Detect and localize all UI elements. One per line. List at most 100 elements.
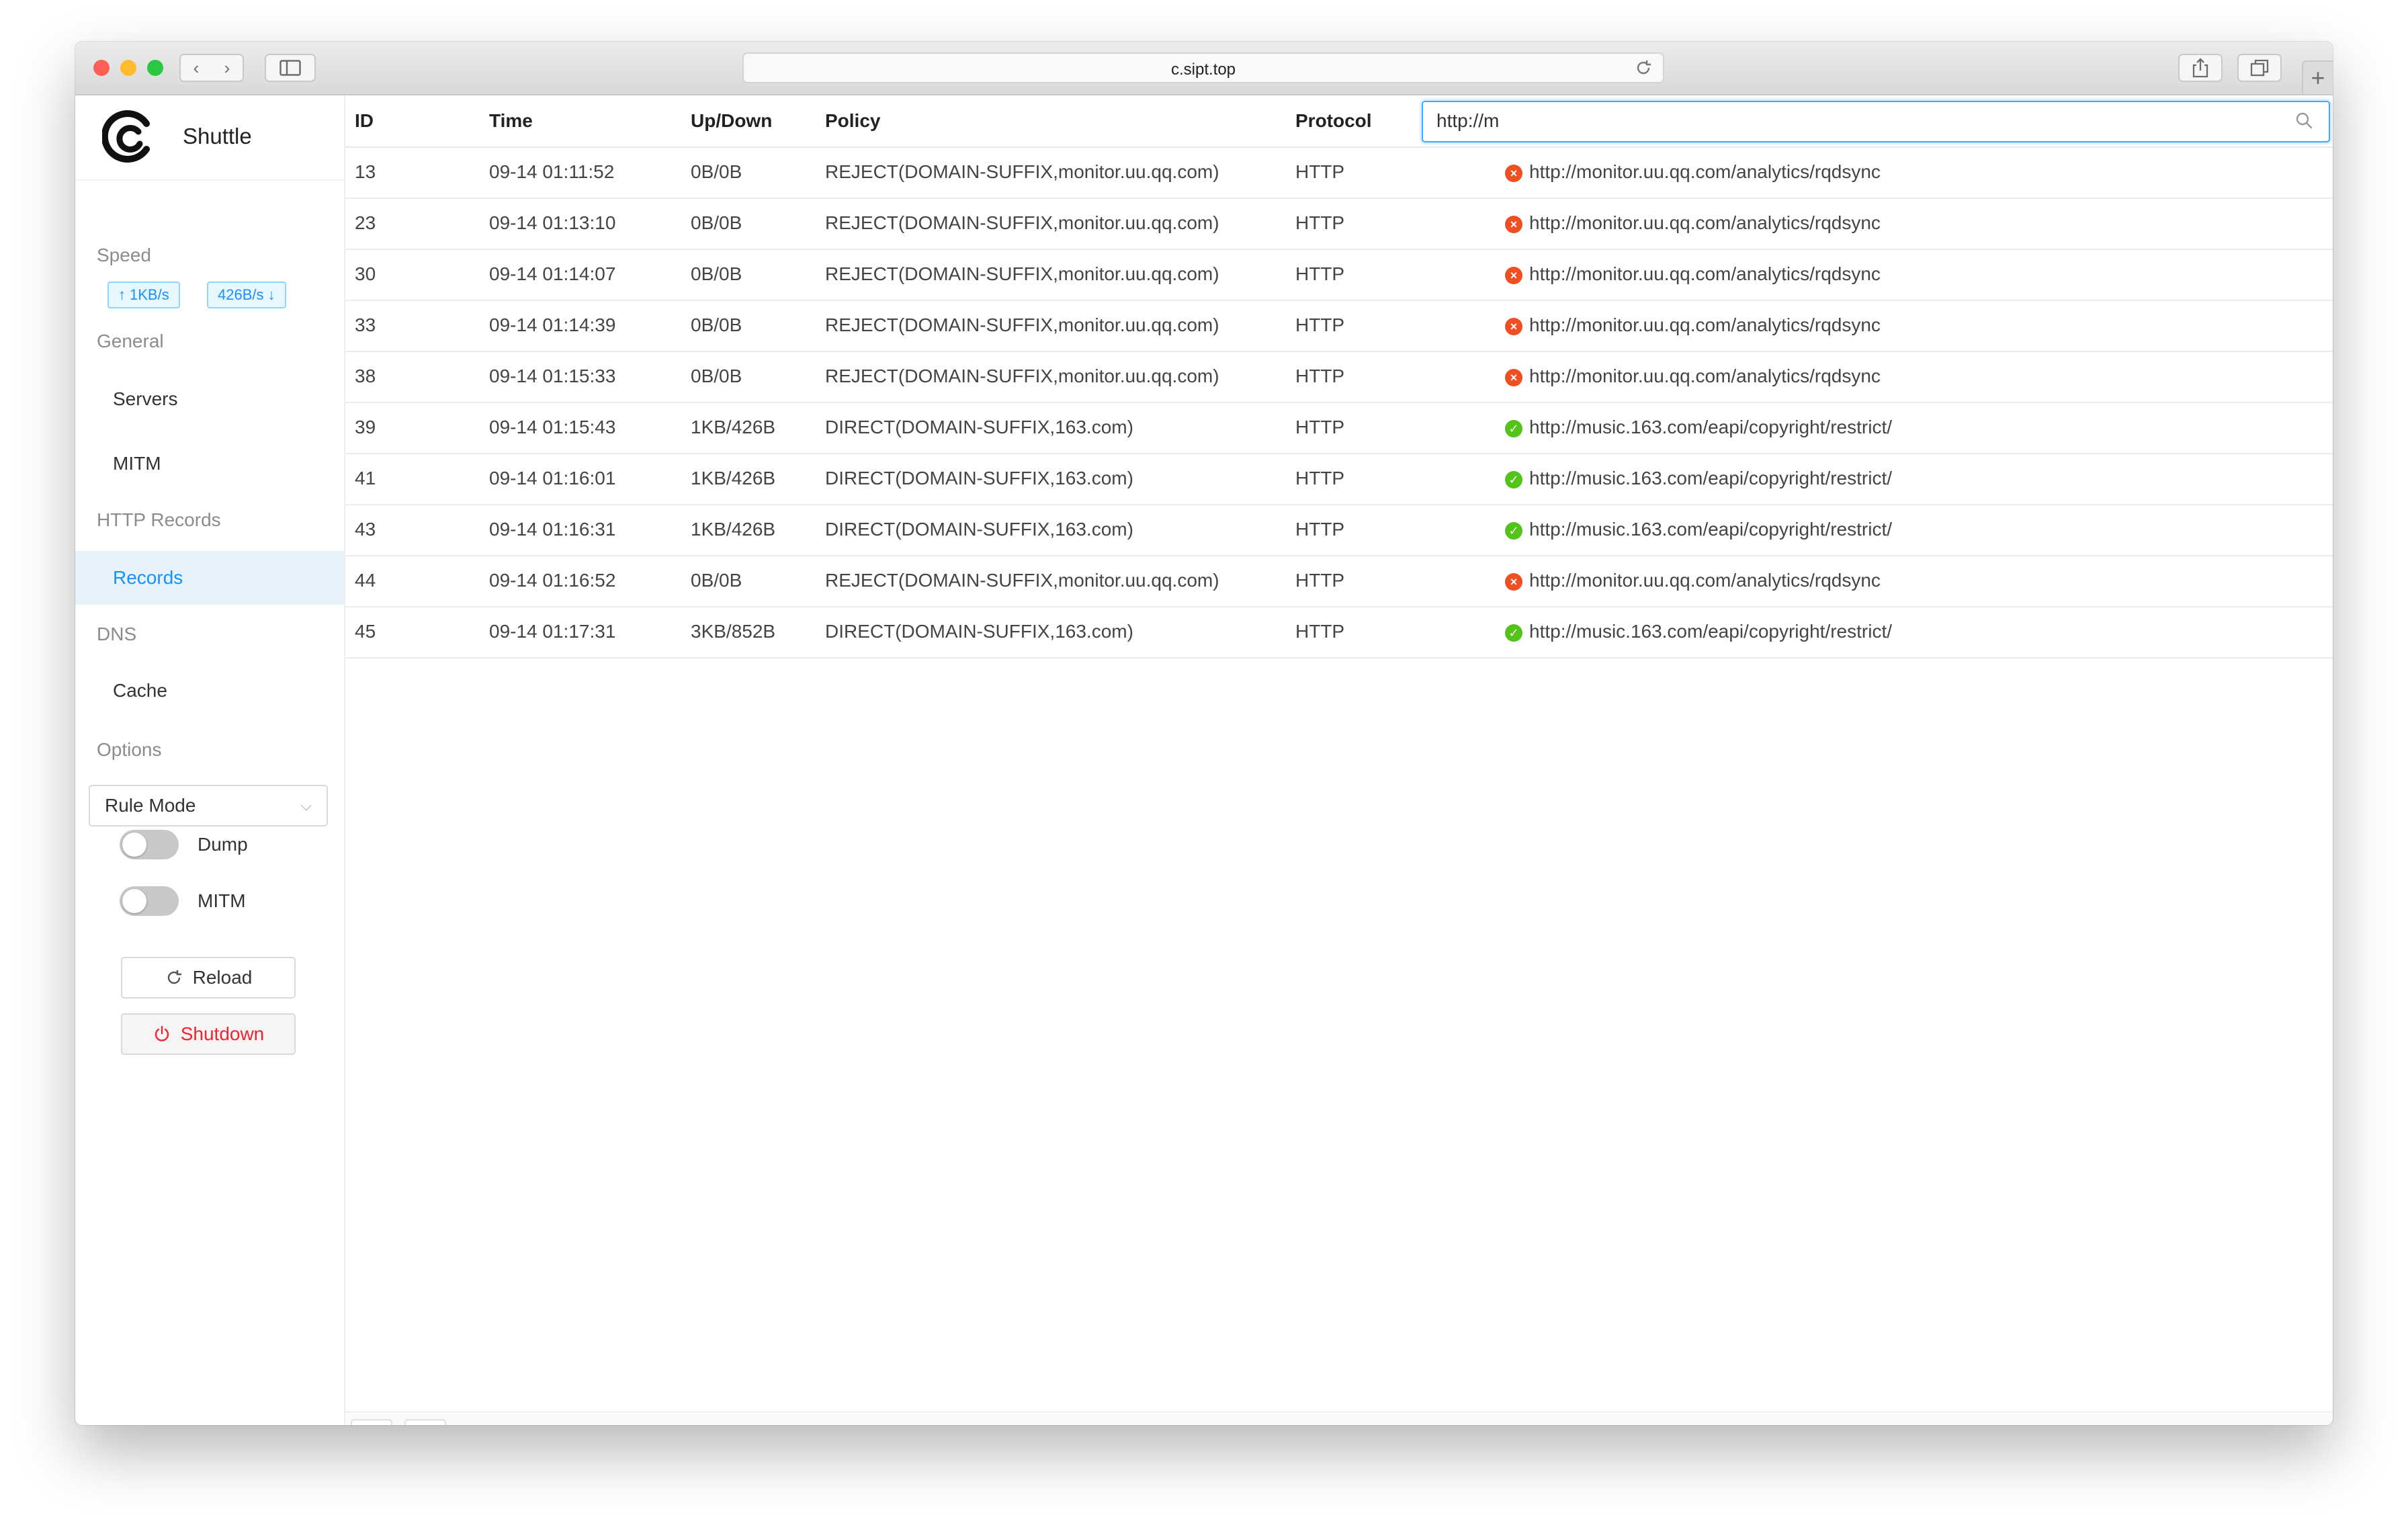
cell-protocol: HTTP xyxy=(1295,366,1345,386)
reload-icon xyxy=(167,970,181,984)
table-row[interactable]: 43 09-14 01:16:31 1KB/426B DIRECT(DOMAIN-SU… xyxy=(345,505,2333,556)
cell-policy: DIRECT(DOMAIN-SUFFIX,163.com) xyxy=(825,417,1133,437)
column-header-protocol[interactable]: Protocol xyxy=(1295,110,1372,132)
cell-updown: 1KB/426B xyxy=(691,468,776,488)
cell-id: 44 xyxy=(355,570,376,591)
table-row[interactable]: 23 09-14 01:13:10 0B/0B REJECT(DOMAIN-SUFFI… xyxy=(345,199,2333,250)
table-row[interactable]: 39 09-14 01:15:43 1KB/426B DIRECT(DOMAIN-SU… xyxy=(345,403,2333,454)
options-section-label: Options xyxy=(97,739,162,760)
cell-url[interactable]: http://monitor.uu.qq.com/analytics/rqdsy… xyxy=(1529,161,1881,183)
table-row[interactable]: 41 09-14 01:16:01 1KB/426B DIRECT(DOMAIN-SU… xyxy=(345,454,2333,505)
table-row[interactable]: 33 09-14 01:14:39 0B/0B REJECT(DOMAIN-SUFFI… xyxy=(345,301,2333,352)
table-row[interactable]: 30 09-14 01:14:07 0B/0B REJECT(DOMAIN-SUFFI… xyxy=(345,250,2333,301)
sidebar-item-label: Cache xyxy=(113,680,167,701)
switch-knob xyxy=(122,833,146,857)
cell-policy: DIRECT(DOMAIN-SUFFIX,163.com) xyxy=(825,519,1133,540)
search-icon[interactable] xyxy=(2294,110,2314,130)
cell-id: 38 xyxy=(355,366,376,386)
cell-policy: REJECT(DOMAIN-SUFFIX,monitor.uu.qq.com) xyxy=(825,366,1219,386)
download-speed-badge: 426B/s ↓ xyxy=(207,282,286,308)
column-header-time[interactable]: Time xyxy=(489,110,533,132)
cell-protocol: HTTP xyxy=(1295,212,1345,233)
cell-updown: 0B/0B xyxy=(691,161,742,182)
show-tabs-button[interactable] xyxy=(2237,54,2282,82)
cell-protocol: HTTP xyxy=(1295,621,1345,642)
sidebar-toggle-button[interactable] xyxy=(265,54,316,82)
cell-url[interactable]: http://monitor.uu.qq.com/analytics/rqdsy… xyxy=(1529,263,1881,285)
app-header: Shuttle xyxy=(75,95,344,181)
address-bar[interactable]: c.sipt.top xyxy=(742,52,1664,83)
close-window-button[interactable] xyxy=(93,60,110,76)
check-circle-icon: ✓ xyxy=(1505,624,1522,642)
browser-window: ‹ › c.sipt.top + Shuttle Speed ↑ 1KB/s 4… xyxy=(75,42,2333,1425)
table-header: ID Time Up/Down Policy Protocol xyxy=(345,95,2333,148)
cell-policy: REJECT(DOMAIN-SUFFIX,monitor.uu.qq.com) xyxy=(825,212,1219,233)
cell-policy: REJECT(DOMAIN-SUFFIX,monitor.uu.qq.com) xyxy=(825,570,1219,591)
app-title: Shuttle xyxy=(183,124,252,148)
table-row[interactable]: 38 09-14 01:15:33 0B/0B REJECT(DOMAIN-SUFFI… xyxy=(345,352,2333,403)
cell-protocol: HTTP xyxy=(1295,263,1345,284)
share-button[interactable] xyxy=(2178,54,2223,82)
reload-page-icon[interactable] xyxy=(1633,58,1653,78)
forward-button[interactable]: › xyxy=(212,58,243,79)
cell-updown: 0B/0B xyxy=(691,212,742,233)
cell-url[interactable]: http://music.163.com/eapi/copyright/rest… xyxy=(1529,417,1892,438)
cell-time: 09-14 01:15:43 xyxy=(489,417,616,437)
url-search-box[interactable] xyxy=(1422,101,2330,142)
cell-policy: REJECT(DOMAIN-SUFFIX,monitor.uu.qq.com) xyxy=(825,161,1219,182)
cell-url[interactable]: http://music.163.com/eapi/copyright/rest… xyxy=(1529,519,1892,540)
cell-url[interactable]: http://music.163.com/eapi/copyright/rest… xyxy=(1529,621,1892,642)
cell-protocol: HTTP xyxy=(1295,570,1345,591)
url-search-input[interactable] xyxy=(1436,108,2270,134)
url-text: c.sipt.top xyxy=(1170,60,1236,79)
history-nav-group: ‹ › xyxy=(179,54,244,82)
sidebar-item-mitm[interactable]: MITM xyxy=(75,437,344,491)
dump-toggle-row: Dump xyxy=(120,829,248,860)
cell-url[interactable]: http://monitor.uu.qq.com/analytics/rqdsy… xyxy=(1529,314,1881,336)
cell-url[interactable]: http://music.163.com/eapi/copyright/rest… xyxy=(1529,468,1892,489)
back-button[interactable]: ‹ xyxy=(181,58,212,79)
column-header-policy[interactable]: Policy xyxy=(825,110,880,132)
records-table-body: 13 09-14 01:11:52 0B/0B REJECT(DOMAIN-SUFFI… xyxy=(345,148,2333,658)
cell-protocol: HTTP xyxy=(1295,161,1345,182)
dump-switch[interactable] xyxy=(120,830,179,859)
shutdown-button[interactable]: Shutdown xyxy=(121,1013,296,1055)
sidebar-item-servers[interactable]: Servers xyxy=(75,372,344,426)
cell-id: 13 xyxy=(355,161,376,182)
sidebar-item-label: Servers xyxy=(113,388,178,409)
cell-id: 39 xyxy=(355,417,376,437)
clear-records-button[interactable] xyxy=(404,1419,446,1425)
table-row[interactable]: 44 09-14 01:16:52 0B/0B REJECT(DOMAIN-SUFFI… xyxy=(345,556,2333,607)
app-sidebar: Shuttle Speed ↑ 1KB/s 426B/s ↓ General S… xyxy=(75,95,345,1425)
mode-select-value: Rule Mode xyxy=(105,795,196,816)
sidebar-item-cache[interactable]: Cache xyxy=(75,664,344,718)
column-header-id[interactable]: ID xyxy=(355,110,374,132)
http-records-section-label: HTTP Records xyxy=(97,509,221,530)
cell-time: 09-14 01:16:01 xyxy=(489,468,616,488)
zoom-window-button[interactable] xyxy=(147,60,163,76)
cell-url[interactable]: http://monitor.uu.qq.com/analytics/rqdsy… xyxy=(1529,570,1881,591)
cell-updown: 1KB/426B xyxy=(691,417,776,437)
minimize-window-button[interactable] xyxy=(120,60,136,76)
cell-url[interactable]: http://monitor.uu.qq.com/analytics/rqdsy… xyxy=(1529,212,1881,234)
sidebar-item-records[interactable]: Records xyxy=(75,551,344,605)
chevron-down-icon: ⌵ xyxy=(300,797,312,814)
cell-id: 45 xyxy=(355,621,376,642)
column-header-updown[interactable]: Up/Down xyxy=(691,110,772,132)
browser-titlebar: ‹ › c.sipt.top + xyxy=(75,42,2333,95)
mitm-switch[interactable] xyxy=(120,886,179,916)
reload-button[interactable]: Reload xyxy=(121,957,296,998)
cell-protocol: HTTP xyxy=(1295,314,1345,335)
cell-time: 09-14 01:11:52 xyxy=(489,161,615,182)
cell-policy: DIRECT(DOMAIN-SUFFIX,163.com) xyxy=(825,468,1133,488)
cell-policy: DIRECT(DOMAIN-SUFFIX,163.com) xyxy=(825,621,1133,642)
cell-url[interactable]: http://monitor.uu.qq.com/analytics/rqdsy… xyxy=(1529,366,1881,387)
new-tab-button[interactable]: + xyxy=(2302,60,2333,94)
share-icon xyxy=(2192,58,2208,78)
refresh-records-button[interactable] xyxy=(351,1419,392,1425)
cell-time: 09-14 01:14:07 xyxy=(489,263,616,284)
table-row[interactable]: 13 09-14 01:11:52 0B/0B REJECT(DOMAIN-SUFFI… xyxy=(345,148,2333,199)
mode-select[interactable]: Rule Mode ⌵ xyxy=(89,785,328,826)
table-row[interactable]: 45 09-14 01:17:31 3KB/852B DIRECT(DOMAIN-SU… xyxy=(345,607,2333,658)
close-circle-icon: × xyxy=(1505,369,1522,386)
